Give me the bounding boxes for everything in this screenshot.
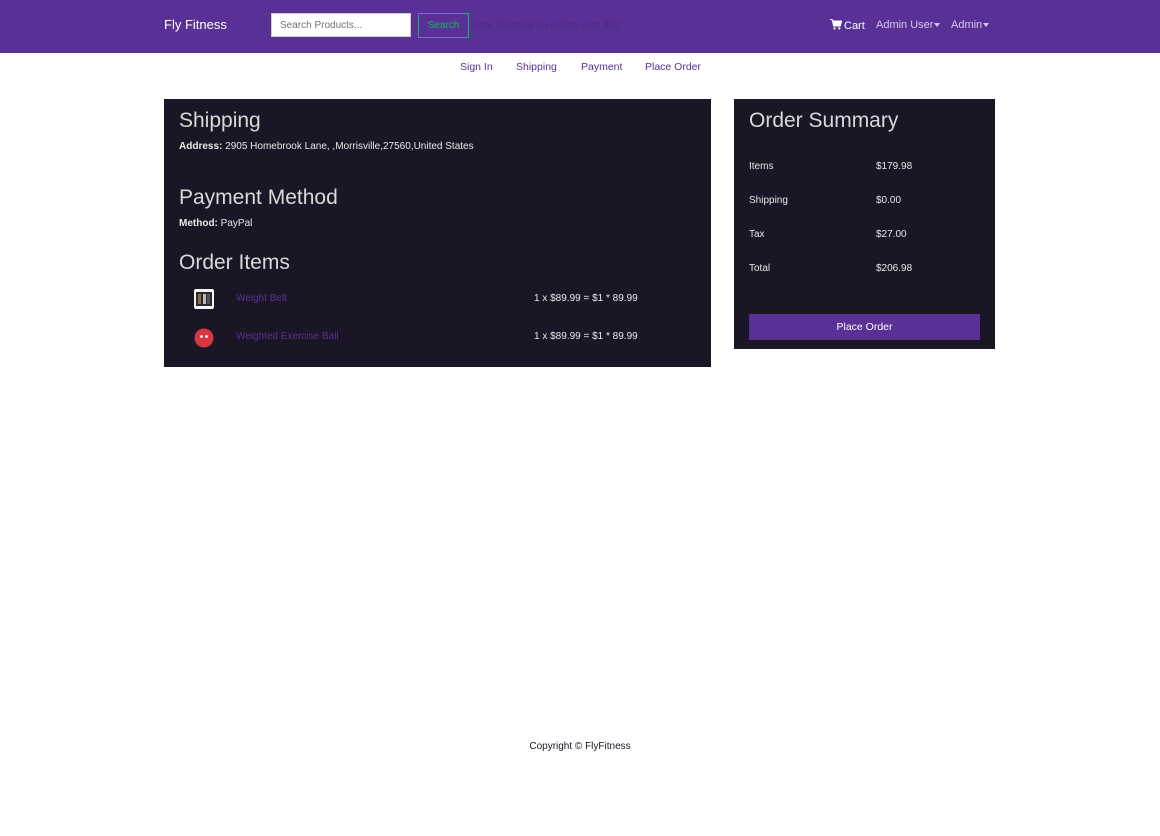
- user-menu-label: Admin User: [876, 19, 934, 31]
- step-shipping[interactable]: Shipping: [516, 61, 557, 73]
- method-label: Method:: [179, 218, 218, 229]
- search-button[interactable]: Search: [418, 13, 469, 38]
- shopping-cart-icon: [830, 19, 842, 30]
- search-input[interactable]: [271, 13, 411, 37]
- order-summary-panel: Order Summary Items $179.98 Shipping $0.…: [734, 99, 995, 349]
- checkout-steps: Sign In Shipping Payment Place Order: [0, 61, 1160, 75]
- order-summary-heading: Order Summary: [749, 109, 899, 132]
- address-label: Address:: [179, 141, 223, 152]
- summary-label: Items: [749, 161, 774, 172]
- cart-label: Cart: [844, 20, 865, 32]
- payment-method: Method: PayPal: [179, 218, 252, 229]
- address-value: 2905 Homebrook Lane, ,Morrisville,27560,…: [225, 141, 474, 152]
- cart-link[interactable]: Cart: [830, 19, 865, 32]
- item-link-weighted-exercise-ball[interactable]: Weighted Exercise Ball: [236, 331, 339, 342]
- summary-label: Tax: [749, 229, 765, 240]
- brand-logo-link[interactable]: Fly Fitness: [164, 17, 227, 32]
- summary-label: Shipping: [749, 195, 788, 206]
- item-price-line: 1 x $89.99 = $1 * 89.99: [534, 293, 638, 304]
- summary-value: $0.00: [876, 195, 902, 206]
- weight-belt-thumbnail: [194, 289, 214, 309]
- admin-menu-label: Admin: [951, 19, 983, 31]
- caret-down-icon: [983, 23, 990, 28]
- summary-label: Total: [749, 263, 771, 274]
- summary-value: $179.98: [876, 161, 913, 172]
- exercise-ball-thumbnail: [194, 328, 214, 348]
- item-price-line: 1 x $89.99 = $1 * 89.99: [534, 331, 638, 342]
- promo-text: Free shipping on orders over $50: [473, 20, 621, 31]
- payment-method-heading: Payment Method: [179, 186, 338, 209]
- summary-value: $206.98: [876, 263, 913, 274]
- item-link-weight-belt[interactable]: Weight Belt: [236, 293, 287, 304]
- shipping-address: Address: 2905 Homebrook Lane, ,Morrisvil…: [179, 141, 474, 152]
- method-value: PayPal: [220, 218, 253, 229]
- summary-value: $27.00: [876, 229, 907, 240]
- order-details-panel: Shipping Address: 2905 Homebrook Lane, ,…: [164, 99, 711, 367]
- step-sign-in[interactable]: Sign In: [460, 61, 493, 73]
- admin-menu-dropdown[interactable]: Admin: [951, 19, 990, 31]
- step-payment[interactable]: Payment: [581, 61, 622, 73]
- place-order-button[interactable]: Place Order: [749, 314, 980, 340]
- footer-copyright: Copyright © FlyFitness: [529, 741, 631, 752]
- top-navbar: Fly Fitness Search Free shipping on orde…: [0, 0, 1160, 53]
- order-items-heading: Order Items: [179, 251, 290, 274]
- step-place-order[interactable]: Place Order: [645, 61, 701, 73]
- caret-down-icon: [934, 23, 941, 28]
- shipping-heading: Shipping: [179, 109, 261, 132]
- user-menu-dropdown[interactable]: Admin User: [876, 19, 941, 31]
